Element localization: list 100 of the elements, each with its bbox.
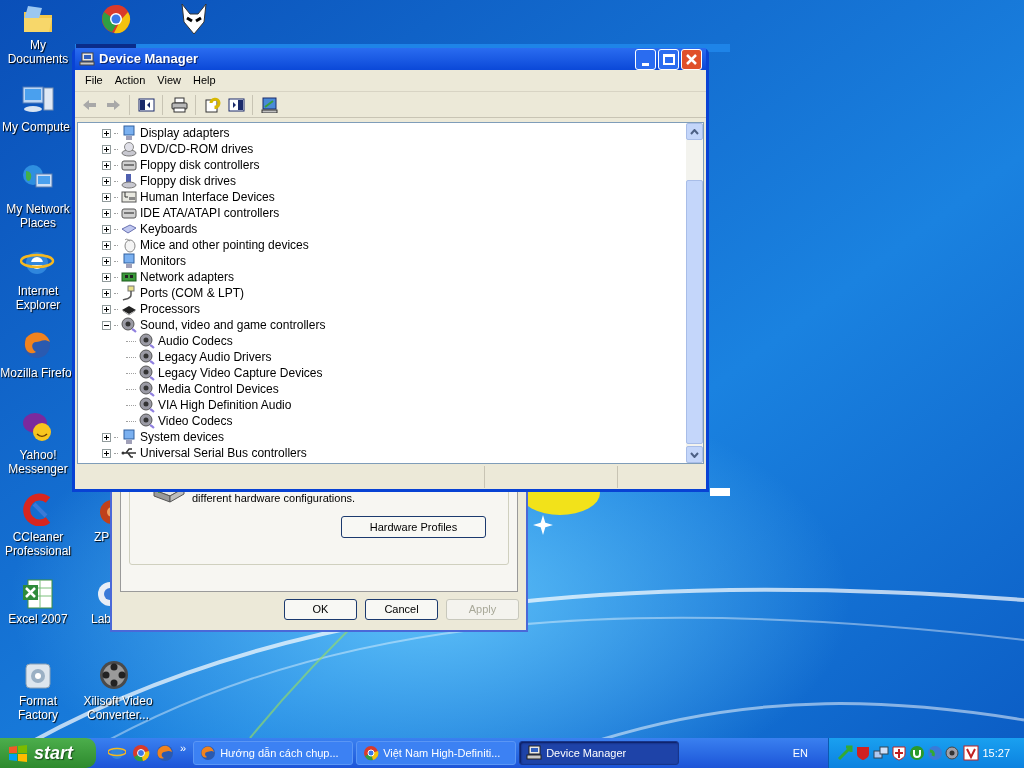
tree-item[interactable]: Legacy Audio Drivers xyxy=(158,348,272,366)
speaker-icon xyxy=(139,397,155,413)
expander-icon[interactable] xyxy=(102,128,111,138)
expander-icon[interactable] xyxy=(102,448,111,458)
hardware-profiles-button[interactable]: Hardware Profiles xyxy=(341,516,486,538)
desktop-icon-label[interactable]: My Network Places xyxy=(0,202,76,230)
browser-icon[interactable] xyxy=(108,744,126,762)
tree-item[interactable]: Sound, video and game controllers xyxy=(140,316,326,334)
caret-up-icon xyxy=(690,128,699,135)
fox-globe-icon xyxy=(200,745,217,761)
tree-item[interactable]: Floppy disk drives xyxy=(140,172,237,190)
split-pane-icon xyxy=(227,96,245,113)
tree-item[interactable]: Network adapters xyxy=(140,268,235,286)
taskbar-button[interactable]: Việt Nam High-Definiti... xyxy=(356,741,517,765)
scrollbar[interactable] xyxy=(686,123,703,463)
desktop-icon-label[interactable]: ZP xyxy=(94,530,110,544)
scroll-up-button[interactable] xyxy=(686,123,703,140)
desktop-icon-label[interactable]: CCleaner Professional xyxy=(0,530,76,558)
drive-icon xyxy=(121,205,137,221)
expander-icon[interactable] xyxy=(102,320,111,330)
monitor-icon xyxy=(121,429,137,445)
tree-item[interactable]: Keyboards xyxy=(140,220,198,238)
network-icon[interactable] xyxy=(873,745,889,761)
desktop-icon-label[interactable]: Mozilla Firefo xyxy=(0,366,72,380)
menu-item[interactable]: File xyxy=(79,72,109,89)
desktop-icon-label[interactable]: Yahoo! Messenger xyxy=(0,448,76,476)
tree-item[interactable]: Audio Codecs xyxy=(158,332,233,350)
start-button[interactable]: start xyxy=(0,738,96,768)
desktop-icon-label[interactable]: Lab xyxy=(91,612,110,626)
tree-item[interactable]: Legacy Video Capture Devices xyxy=(158,364,323,382)
desktop-icon-label[interactable]: My Compute xyxy=(0,120,72,134)
tree-item[interactable]: Video Codecs xyxy=(158,412,233,430)
expander-icon[interactable] xyxy=(102,240,111,250)
language-indicator[interactable]: EN xyxy=(792,744,808,762)
torrent-icon[interactable] xyxy=(909,745,925,761)
tree-item[interactable]: Display adapters xyxy=(140,124,230,142)
browser-icon[interactable] xyxy=(132,744,150,762)
tree-item[interactable]: DVD/CD-ROM drives xyxy=(140,140,254,158)
expander-icon[interactable] xyxy=(102,144,111,154)
toolbar-button[interactable] xyxy=(169,94,189,115)
speaker-icon[interactable] xyxy=(945,745,961,761)
scroll-thumb[interactable] xyxy=(686,180,703,444)
chevron-button[interactable]: » xyxy=(180,740,187,757)
maximize-button[interactable] xyxy=(658,48,679,70)
shield-icon[interactable] xyxy=(891,745,907,761)
browser-icon xyxy=(100,3,132,35)
menu-item[interactable]: Help xyxy=(186,72,222,89)
window-strip xyxy=(710,488,730,496)
taskbar-button[interactable]: Device Manager xyxy=(519,741,680,765)
tree-item[interactable]: Human Interface Devices xyxy=(140,188,275,206)
expander-icon[interactable] xyxy=(102,176,111,186)
tree-item[interactable]: Monitors xyxy=(140,252,186,270)
network-card-icon xyxy=(121,269,137,285)
spreadsheet-icon[interactable] xyxy=(20,576,56,610)
expander-icon[interactable] xyxy=(102,160,111,170)
desktop-icon-label[interactable]: Excel 2007 xyxy=(0,612,76,626)
tree-item[interactable]: System devices xyxy=(140,428,225,446)
desktop-icon-label[interactable]: Format Factory xyxy=(0,694,76,722)
minimize-button[interactable] xyxy=(635,48,656,70)
tree-item[interactable]: Processors xyxy=(140,300,201,318)
menu-item[interactable]: Action xyxy=(108,72,152,89)
speaker-icon xyxy=(139,413,155,429)
printer-icon xyxy=(170,96,188,113)
scroll-down-button[interactable] xyxy=(686,446,703,463)
desktop-icon-label[interactable]: Internet Explorer xyxy=(0,284,76,312)
dialog-button[interactable]: OK xyxy=(284,599,357,620)
speaker-icon xyxy=(121,317,137,333)
tree-item[interactable]: Mice and other pointing devices xyxy=(140,236,309,254)
letter-v-icon[interactable] xyxy=(963,745,979,761)
expander-icon[interactable] xyxy=(102,192,111,202)
browser-icon xyxy=(363,745,380,761)
help-document-icon xyxy=(203,96,221,113)
menu-item[interactable]: View xyxy=(151,72,187,89)
close-button[interactable] xyxy=(681,48,702,70)
tree-item[interactable]: Floppy disk controllers xyxy=(140,156,260,174)
tree-item[interactable]: Universal Serial Bus controllers xyxy=(140,444,307,462)
expander-icon[interactable] xyxy=(102,256,111,266)
speaker-icon xyxy=(139,349,155,365)
fox-globe-icon[interactable] xyxy=(156,744,174,762)
window-title: Device Manager xyxy=(99,50,198,69)
tree-item[interactable]: Media Control Devices xyxy=(158,380,279,398)
expander-icon[interactable] xyxy=(102,432,111,442)
expander-icon[interactable] xyxy=(102,288,111,298)
tree-item[interactable]: VIA High Definition Audio xyxy=(158,396,292,414)
taskbar-button[interactable]: Hướng dẫn cách chụp... xyxy=(193,741,354,765)
expander-icon[interactable] xyxy=(102,224,111,234)
expander-icon[interactable] xyxy=(102,272,111,282)
split-pane-icon xyxy=(137,96,155,113)
mouse-icon xyxy=(121,237,137,253)
desktop-icon-label[interactable]: My Documents xyxy=(0,38,76,66)
speaker-icon xyxy=(139,333,155,349)
dialog-button[interactable]: Cancel xyxy=(365,599,438,620)
tree-item[interactable]: Ports (COM & LPT) xyxy=(140,284,244,302)
expander-icon[interactable] xyxy=(102,304,111,314)
tree-item[interactable]: IDE ATA/ATAPI controllers xyxy=(140,204,280,222)
minimize-icon xyxy=(642,62,649,66)
close-icon xyxy=(686,53,697,65)
toolbar-button[interactable] xyxy=(259,94,279,115)
expander-icon[interactable] xyxy=(102,208,111,218)
fox-mask-icon xyxy=(178,2,210,36)
